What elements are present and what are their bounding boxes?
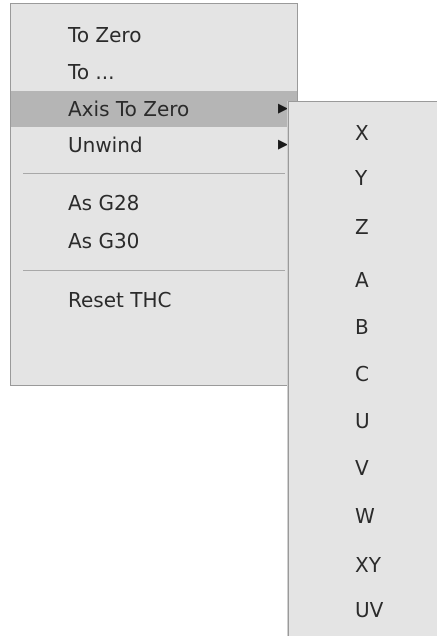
submenu-item-u[interactable]: U: [289, 407, 437, 435]
context-menu: To Zero To ... Axis To Zero ▶ Unwind ▶ A…: [10, 3, 298, 386]
menu-item-to-zero[interactable]: To Zero: [11, 17, 297, 53]
menu-item-to[interactable]: To ...: [11, 53, 297, 91]
submenu-item-label: V: [355, 456, 369, 480]
menu-item-axis-to-zero[interactable]: Axis To Zero ▶: [11, 91, 297, 127]
menu-item-label: As G30: [68, 229, 140, 253]
menu-item-label: To ...: [68, 60, 115, 84]
submenu-item-uv[interactable]: UV: [289, 596, 437, 624]
submenu-item-label: C: [355, 362, 369, 386]
menu-item-label: Reset THC: [68, 288, 172, 312]
submenu-item-label: Y: [355, 166, 368, 190]
menu-separator: [23, 173, 285, 174]
menu-separator: [23, 270, 285, 271]
menu-item-as-g28[interactable]: As G28: [11, 184, 297, 222]
submenu-item-label: X: [355, 121, 369, 145]
submenu-item-label: W: [355, 504, 375, 528]
menu-item-as-g30[interactable]: As G30: [11, 222, 297, 260]
menu-item-label: Axis To Zero: [68, 97, 190, 121]
submenu-item-y[interactable]: Y: [289, 164, 437, 192]
menu-item-label: Unwind: [68, 133, 143, 157]
submenu-item-label: XY: [355, 553, 381, 577]
submenu-arrow-icon: ▶: [278, 137, 288, 152]
submenu-item-xy[interactable]: XY: [289, 551, 437, 579]
axis-submenu: X Y Z A B C U V W XY UV: [288, 101, 437, 636]
menu-item-label: As G28: [68, 191, 140, 215]
menu-item-unwind[interactable]: Unwind ▶: [11, 127, 297, 163]
submenu-item-label: UV: [355, 598, 384, 622]
submenu-item-label: B: [355, 315, 369, 339]
submenu-item-v[interactable]: V: [289, 454, 437, 482]
submenu-item-w[interactable]: W: [289, 502, 437, 530]
menu-item-label: To Zero: [68, 23, 142, 47]
submenu-item-b[interactable]: B: [289, 313, 437, 341]
submenu-item-c[interactable]: C: [289, 360, 437, 388]
submenu-item-z[interactable]: Z: [289, 213, 437, 241]
submenu-item-label: U: [355, 409, 370, 433]
menu-item-reset-thc[interactable]: Reset THC: [11, 281, 297, 319]
submenu-item-x[interactable]: X: [289, 119, 437, 147]
submenu-arrow-icon: ▶: [278, 101, 288, 116]
submenu-item-label: A: [355, 268, 369, 292]
submenu-item-a[interactable]: A: [289, 266, 437, 294]
submenu-item-label: Z: [355, 215, 369, 239]
